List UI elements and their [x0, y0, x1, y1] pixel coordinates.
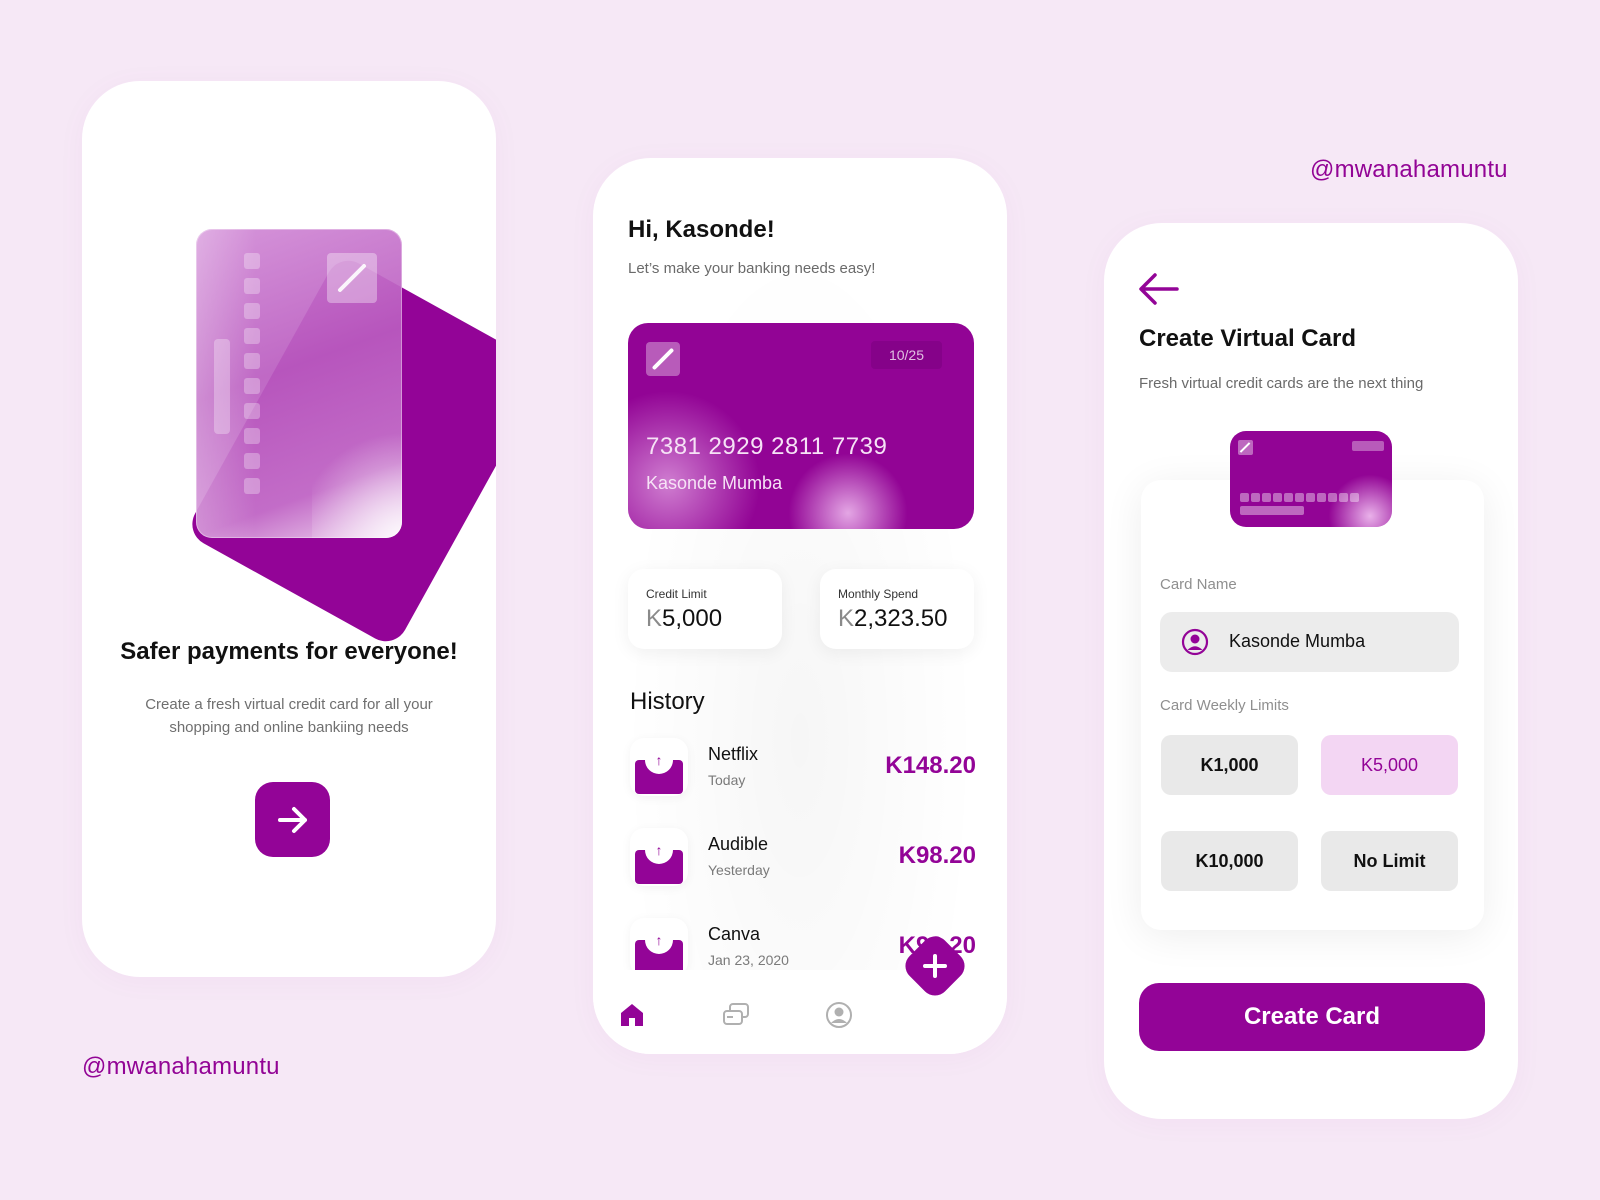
history-title: History — [630, 688, 705, 715]
transaction-date: Jan 23, 2020 — [708, 952, 789, 968]
page-title: Create Virtual Card — [1139, 325, 1356, 352]
author-handle: @mwanahamuntu — [82, 1053, 280, 1080]
limit-option-no-limit[interactable]: No Limit — [1321, 831, 1458, 891]
card-chip-icon — [327, 253, 377, 303]
greeting-subtitle: Let’s make your banking needs easy! — [628, 260, 876, 277]
user-icon — [1181, 628, 1209, 656]
card-chip-icon — [1238, 440, 1253, 455]
arrow-left-icon[interactable] — [1138, 271, 1180, 307]
card-expiry: 10/25 — [870, 341, 942, 369]
transaction-date: Yesterday — [708, 862, 770, 878]
card-holder: Kasonde Mumba — [646, 473, 783, 493]
card-name-label: Card Name — [1160, 576, 1237, 593]
transaction-amount: K148.20 — [885, 752, 976, 779]
credit-limit-value: K5,000 — [646, 605, 723, 632]
page-subtitle: Fresh virtual credit cards are the next … — [1139, 375, 1424, 392]
card-name-field[interactable]: Kasonde Mumba — [1160, 612, 1459, 672]
profile-icon[interactable] — [824, 1000, 854, 1030]
monthly-spend-card: Monthly Spend K2,323.50 — [820, 569, 974, 649]
card-name-value: Kasonde Mumba — [1229, 631, 1366, 651]
cards-icon[interactable] — [721, 1000, 751, 1030]
monthly-spend-label: Monthly Spend — [838, 587, 919, 601]
transaction-name: Netflix — [708, 744, 759, 764]
transaction-icon: ↑ — [630, 828, 688, 886]
home-screen: Hi, Kasonde! Let’s make your banking nee… — [593, 158, 1007, 1054]
card-preview — [1230, 431, 1392, 527]
weekly-limits-label: Card Weekly Limits — [1160, 697, 1289, 714]
credit-limit-label: Credit Limit — [646, 587, 707, 601]
card-illustration-front — [196, 229, 402, 538]
transaction-name: Canva — [708, 924, 761, 944]
onboarding-screen: Safer payments for everyone! Create a fr… — [82, 81, 496, 977]
plus-icon — [923, 954, 947, 978]
transaction-amount: K98.20 — [898, 842, 976, 869]
card-dots — [244, 253, 262, 503]
transaction-icon: ↑ — [630, 918, 688, 976]
list-item[interactable]: ↑ Audible Yesterday K98.20 — [630, 828, 976, 888]
limit-option-1000[interactable]: K1,000 — [1161, 735, 1298, 795]
home-icon[interactable] — [617, 1000, 647, 1030]
create-card-screen: Create Virtual Card Fresh virtual credit… — [1104, 223, 1518, 1119]
limit-option-10000[interactable]: K10,000 — [1161, 831, 1298, 891]
list-item[interactable]: ↑ Netflix Today K148.20 — [630, 738, 976, 798]
arrow-right-icon — [277, 806, 307, 833]
limit-option-5000[interactable]: K5,000 — [1321, 735, 1458, 795]
transaction-icon: ↑ — [630, 738, 688, 796]
create-card-button[interactable]: Create Card — [1139, 983, 1485, 1051]
credit-card[interactable]: 10/25 7381 2929 2811 7739 Kasonde Mumba — [628, 323, 974, 529]
card-chip-icon — [646, 342, 680, 376]
onboarding-title: Safer payments for everyone! — [120, 638, 458, 665]
card-number: 7381 2929 2811 7739 — [646, 433, 888, 460]
transaction-date: Today — [708, 772, 746, 788]
author-handle: @mwanahamuntu — [1310, 156, 1508, 183]
greeting: Hi, Kasonde! — [628, 216, 775, 243]
onboarding-subtitle: Create a fresh virtual credit card for a… — [145, 696, 433, 736]
monthly-spend-value: K2,323.50 — [838, 605, 948, 632]
credit-limit-card: Credit Limit K5,000 — [628, 569, 782, 649]
transaction-name: Audible — [708, 834, 769, 854]
add-button[interactable] — [899, 930, 971, 1002]
next-button[interactable] — [255, 782, 330, 857]
